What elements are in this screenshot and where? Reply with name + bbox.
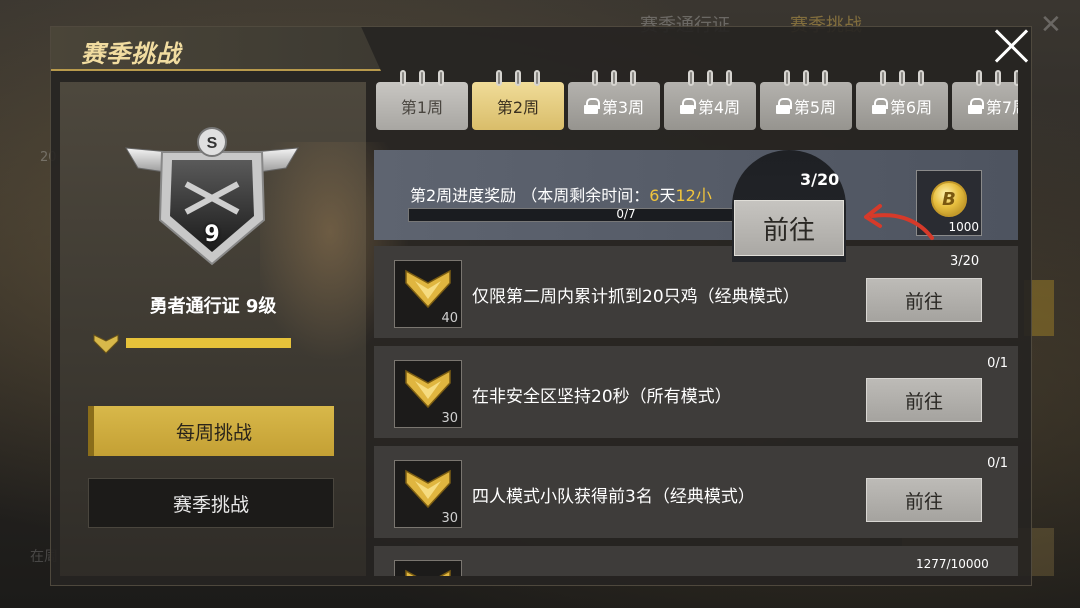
tab-week-2[interactable]: 第2周	[472, 70, 564, 130]
pass-progress-fill	[126, 338, 291, 348]
magnifier-count: 3/20	[800, 170, 840, 189]
badge-level: 9	[204, 222, 220, 247]
task-row: 40 仅限第二周内累计抓到20只鸡（经典模式） 3/20 前往	[374, 246, 1018, 338]
panel-title: 赛季挑战	[81, 40, 181, 68]
go-button[interactable]: 前往	[866, 378, 982, 422]
gold-chevron-icon	[405, 269, 451, 309]
tab-week-1[interactable]: 第1周	[376, 70, 468, 130]
lock-icon	[967, 98, 984, 114]
chevron-rank-icon	[93, 334, 119, 354]
tab-week-4-label: 第4周	[697, 98, 741, 117]
tab-week-4[interactable]: 第4周	[664, 70, 756, 130]
tab-week-6[interactable]: 第6周	[856, 70, 948, 130]
task-row: 30 在非安全区坚持20秒（所有模式） 0/1 前往	[374, 346, 1018, 438]
tab-week-3-label: 第3周	[601, 98, 645, 117]
task-text: 四人模式小队获得前3名（经典模式）	[472, 487, 755, 507]
tab-week-3[interactable]: 第3周	[568, 70, 660, 130]
task-points: 30	[441, 511, 458, 526]
lock-icon	[679, 98, 696, 114]
weekly-challenge-button[interactable]: 每周挑战	[88, 406, 334, 456]
red-arrow-icon	[864, 204, 934, 240]
tab-week-5[interactable]: 第5周	[760, 70, 852, 130]
gold-chevron-icon	[405, 569, 451, 576]
tab-week-6-label: 第6周	[889, 98, 933, 117]
lock-icon	[583, 98, 600, 114]
magnified-go-button[interactable]: 前往	[734, 200, 844, 256]
week-tabs: 第1周 第2周 第3周 第4周 第5周 第6周 第7周	[376, 68, 1018, 132]
task-points: 30	[441, 411, 458, 426]
task-reward-icon: 30	[394, 360, 462, 428]
go-button[interactable]: 前往	[866, 478, 982, 522]
bg-close-icon: ✕	[1040, 10, 1062, 40]
lock-icon	[775, 98, 792, 114]
bottom-task-count: 1277/10000	[916, 557, 989, 571]
tab-week-1-label: 第1周	[400, 98, 444, 117]
rank-badge: S 9	[122, 124, 302, 268]
task-count: 0/1	[987, 356, 1008, 371]
task-count: 0/1	[987, 456, 1008, 471]
task-reward-icon: 40	[394, 260, 462, 328]
gold-chevron-icon	[405, 469, 451, 509]
lock-icon	[871, 98, 888, 114]
go-button[interactable]: 前往	[866, 278, 982, 322]
task-text: 在非安全区坚持20秒（所有模式）	[472, 387, 732, 407]
task-reward-icon: 30	[394, 460, 462, 528]
svg-text:S: S	[207, 135, 218, 152]
task-points: 40	[441, 311, 458, 326]
season-challenge-button[interactable]: 赛季挑战	[88, 478, 334, 528]
gold-chevron-icon	[405, 369, 451, 409]
task-row: 30 四人模式小队获得前3名（经典模式） 0/1 前往	[374, 446, 1018, 538]
tab-week-5-label: 第5周	[793, 98, 837, 117]
tab-week-7[interactable]: 第7周	[952, 70, 1018, 130]
coin-icon: B	[931, 181, 967, 217]
close-button[interactable]	[990, 24, 1034, 68]
pass-title: 勇者通行证 9级	[149, 296, 277, 317]
pass-progress-bar	[126, 338, 291, 348]
task-text: 仅限第二周内累计抓到20只鸡（经典模式）	[472, 287, 800, 307]
tab-week-2-label: 第2周	[496, 98, 540, 117]
tab-week-7-label: 第7周	[985, 98, 1018, 117]
reward-amount: 1000	[948, 220, 979, 234]
task-count-aux: 3/20	[950, 254, 980, 269]
progress-title: 第2周进度奖励 （本周剩余时间：6天12小	[410, 186, 712, 205]
task-reward-icon	[394, 560, 462, 576]
